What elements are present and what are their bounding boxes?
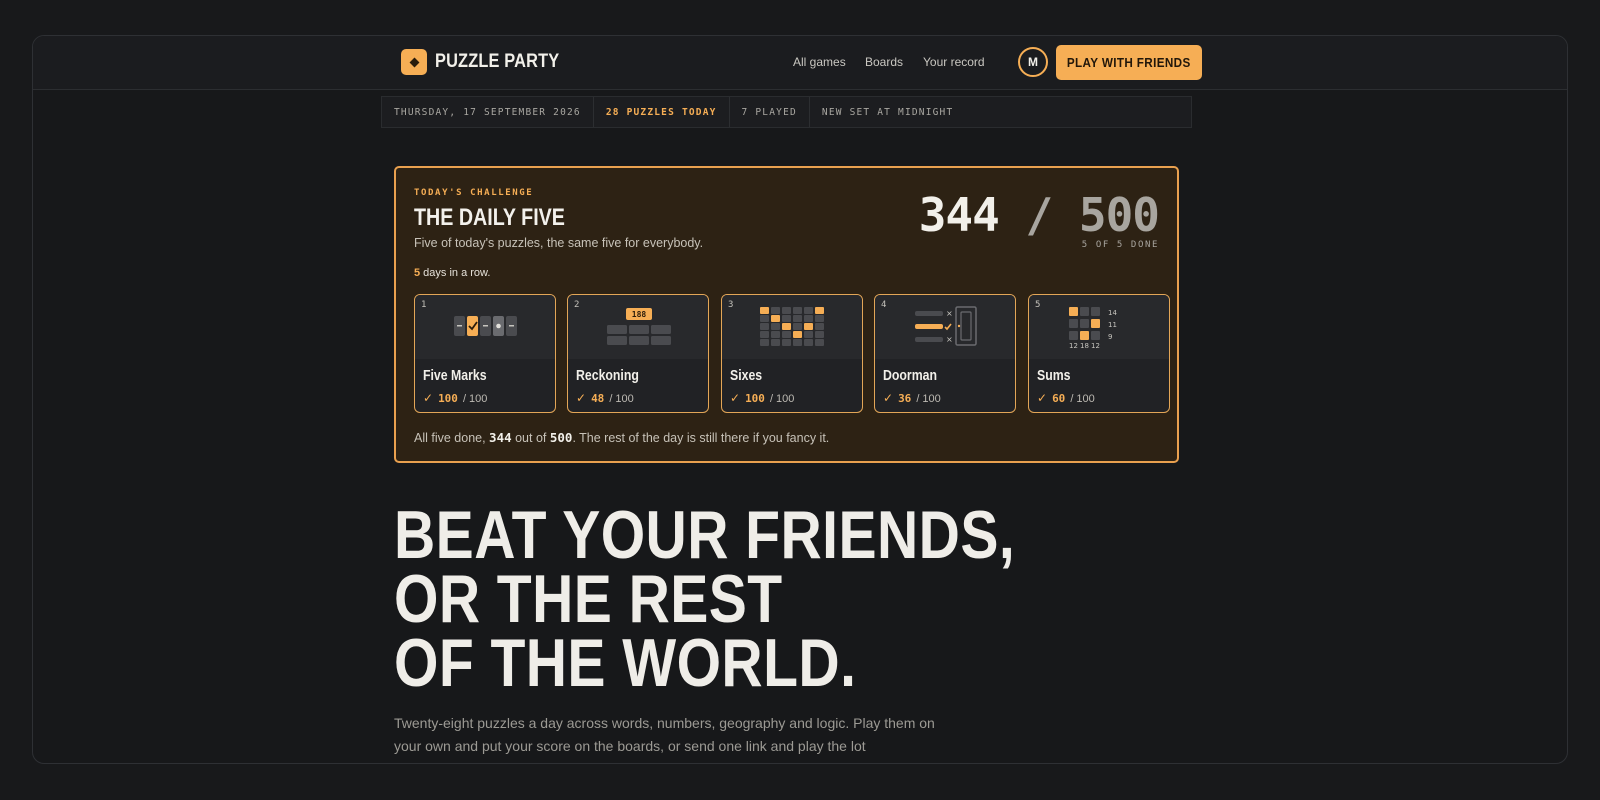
puzzle-tile-reckoning[interactable]: 188 2 Reckoning ✓ 48/ 100 — [567, 294, 709, 413]
sixes-cell — [804, 315, 813, 322]
sixes-cell — [793, 315, 802, 322]
svg-text:18: 18 — [1080, 342, 1089, 350]
sixes-cell — [760, 323, 769, 330]
brand-name: PUZZLE PARTY — [435, 51, 560, 72]
date-label: THURSDAY, 17 SEPTEMBER 2026 — [382, 97, 594, 127]
sixes-cell — [782, 331, 791, 338]
sixes-cell — [815, 307, 824, 314]
app-window: PUZZLE PARTY All games Boards Your recor… — [32, 35, 1568, 764]
total-score: 344 / 500 — [918, 188, 1160, 242]
sixes-cell — [771, 323, 780, 330]
sixes-cell — [760, 339, 769, 346]
svg-text:×: × — [946, 335, 953, 344]
svg-text:14: 14 — [1108, 309, 1117, 317]
tile-name: Five Marks — [423, 367, 487, 384]
tile-score: ✓ 60/ 100 — [1037, 391, 1095, 405]
sixes-cell — [815, 331, 824, 338]
hero-blurb: Twenty-eight puzzles a day across words,… — [394, 715, 935, 754]
sixes-cell — [760, 331, 769, 338]
played-count-label: 7 PLAYED — [730, 97, 810, 127]
tile-name: Reckoning — [576, 367, 639, 384]
challenge-subtitle: Five of today's puzzles, the same five f… — [414, 236, 704, 250]
sixes-cell — [804, 323, 813, 330]
check-icon: ✓ — [1037, 391, 1048, 405]
brand-logo-icon — [401, 49, 427, 75]
done-label: 5 OF 5 DONE — [1081, 240, 1159, 250]
sixes-cell — [760, 315, 769, 322]
sixes-cell — [771, 307, 780, 314]
hero-heading: BEAT YOUR FRIENDS, OR THE REST OF THE WO… — [394, 497, 1016, 701]
tile-name: Sums — [1037, 367, 1071, 384]
tile-name: Doorman — [883, 367, 937, 384]
sixes-cell — [771, 315, 780, 322]
challenge-footer: All five done, 344 out of 500. The rest … — [414, 430, 830, 445]
user-avatar[interactable]: M — [1018, 47, 1048, 77]
sixes-cell — [804, 331, 813, 338]
nav-all-games[interactable]: All games — [793, 55, 846, 69]
reckoning-target-label: 188 — [632, 310, 647, 319]
reckoning-preview-icon: 188 — [568, 295, 708, 359]
sixes-cell — [793, 323, 802, 330]
sixes-cell — [804, 307, 813, 314]
tile-name: Sixes — [730, 367, 763, 384]
score-got: 344 — [918, 188, 1000, 242]
sixes-cell — [815, 323, 824, 330]
brand[interactable]: PUZZLE PARTY — [401, 49, 580, 75]
tile-score: ✓ 100/ 100 — [423, 391, 488, 405]
sixes-cell — [804, 339, 813, 346]
sixes-cell — [760, 307, 769, 314]
svg-text:9: 9 — [1108, 333, 1112, 341]
svg-text:×: × — [946, 309, 953, 318]
check-icon: ✓ — [883, 391, 894, 405]
challenge-eyebrow: TODAY'S CHALLENGE — [414, 188, 534, 198]
svg-text:12: 12 — [1069, 342, 1078, 350]
next-set-label: NEW SET AT MIDNIGHT — [821, 106, 954, 118]
check-icon: ✓ — [576, 391, 587, 405]
sixes-cell — [782, 323, 791, 330]
status-strip: THURSDAY, 17 SEPTEMBER 2026 28 PUZZLES T… — [381, 96, 1192, 128]
puzzle-tile-five-marks[interactable]: 1 Five Marks ✓ 100/ 100 — [414, 294, 556, 413]
five-marks-preview-icon — [415, 295, 555, 359]
play-with-friends-button[interactable]: PLAY WITH FRIENDS — [1056, 45, 1202, 80]
sixes-cell — [771, 331, 780, 338]
sixes-cell — [815, 315, 824, 322]
streak-text: 5 days in a row. — [414, 267, 491, 279]
tile-score: ✓ 36/ 100 — [883, 391, 941, 405]
check-icon: ✓ — [423, 391, 434, 405]
sixes-preview-icon — [722, 295, 862, 359]
svg-text:12: 12 — [1091, 342, 1100, 350]
puzzle-tile-sums[interactable]: 14 11 9 12 18 12 5 Sums ✓ 60/ 100 — [1028, 294, 1170, 413]
sixes-cell — [815, 339, 824, 346]
top-bar: PUZZLE PARTY All games Boards Your recor… — [33, 36, 1567, 90]
score-max: 500 — [1078, 188, 1160, 242]
sixes-cell — [782, 307, 791, 314]
nav-your-record[interactable]: Your record — [923, 55, 985, 69]
puzzle-tile-doorman[interactable]: × × 4 Doorman ✓ 36/ 100 — [874, 294, 1016, 413]
sums-preview-icon: 14 11 9 12 18 12 — [1029, 295, 1169, 359]
puzzle-tiles: 1 Five Marks ✓ 100/ 100 188 2 Reckoning ✓… — [414, 294, 1170, 413]
sixes-cell — [793, 331, 802, 338]
nav-boards[interactable]: Boards — [865, 55, 903, 69]
svg-text:11: 11 — [1108, 321, 1117, 329]
sixes-cell — [793, 307, 802, 314]
sixes-cell — [782, 339, 791, 346]
challenge-title: THE DAILY FIVE — [414, 204, 565, 231]
puzzle-tile-sixes[interactable]: 3 Sixes ✓ 100/ 100 — [721, 294, 863, 413]
check-icon: ✓ — [730, 391, 741, 405]
doorman-preview-icon: × × — [875, 295, 1015, 359]
daily-challenge-card: TODAY'S CHALLENGE THE DAILY FIVE Five of… — [394, 166, 1179, 463]
sixes-cell — [793, 339, 802, 346]
tile-score: ✓ 100/ 100 — [730, 391, 795, 405]
tile-score: ✓ 48/ 100 — [576, 391, 634, 405]
puzzles-today-label[interactable]: 28 PUZZLES TODAY — [594, 97, 730, 127]
sixes-cell — [782, 315, 791, 322]
sixes-cell — [771, 339, 780, 346]
